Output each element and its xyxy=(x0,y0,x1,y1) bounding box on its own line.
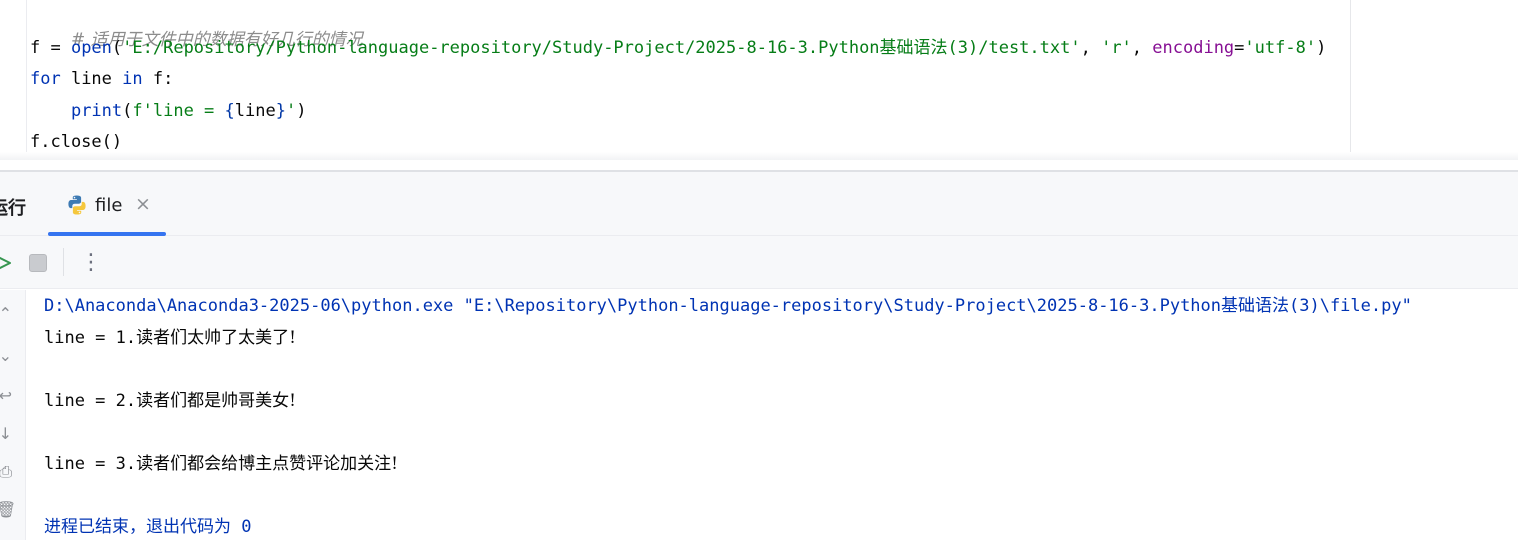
code-token-string: ' xyxy=(285,101,297,121)
code-token: line xyxy=(60,69,123,89)
editor-shadow xyxy=(0,152,1518,160)
code-token-keyword: in xyxy=(122,69,143,89)
run-toolbar: ⋮ xyxy=(0,236,1518,289)
code-token: f.close() xyxy=(30,132,123,152)
toolbar-separator xyxy=(63,248,64,276)
scroll-up-icon[interactable]: ⌃ xyxy=(0,304,12,324)
output-prefix: line = 2. xyxy=(44,391,137,411)
code-line-3[interactable]: for line in f: xyxy=(30,67,173,91)
console-output-line: line = 2.读者们都是帅哥美女! xyxy=(44,389,296,413)
output-prefix: line = 1. xyxy=(44,328,137,348)
code-token-string: 'E:/Repository/Python-language-repositor… xyxy=(122,38,1081,58)
tab-label: file xyxy=(95,195,123,216)
code-token: ( xyxy=(122,101,133,121)
code-token-param: encoding xyxy=(1152,38,1235,58)
python-icon xyxy=(68,195,86,215)
code-line-5[interactable]: f.close() xyxy=(30,130,122,154)
console-side-toolbar: ⌃ ⌄ ↩ ↓ ⎙ 🗑 xyxy=(0,290,26,540)
code-token: , xyxy=(1131,38,1153,58)
code-token: f: xyxy=(142,69,174,89)
print-icon[interactable]: ⎙ xyxy=(0,462,12,482)
output-text: 读者们都会给博主点赞评论加关注! xyxy=(136,454,398,474)
run-window-title: 运行 xyxy=(0,198,26,219)
code-token-func: open xyxy=(70,38,112,58)
code-token-string: f'line = xyxy=(132,101,225,121)
tab-close-icon[interactable]: × xyxy=(135,193,151,215)
code-token-string: 'r' xyxy=(1101,38,1132,58)
code-line-1[interactable]: # 适用于文件中的数据有好几行的情况 xyxy=(30,4,363,50)
soft-wrap-icon[interactable]: ↩ xyxy=(0,386,12,406)
console-output-line: line = 1.读者们太帅了太美了! xyxy=(44,326,296,350)
output-text: 读者们都是帅哥美女! xyxy=(136,391,296,411)
scroll-down-icon[interactable]: ⌄ xyxy=(0,346,12,366)
code-token: ) xyxy=(1316,38,1327,58)
code-token: = xyxy=(1234,38,1245,58)
exit-text: 进程已结束，退出代码为 xyxy=(44,517,231,537)
gutter-divider xyxy=(26,0,27,158)
code-token-string: 'utf-8' xyxy=(1244,38,1317,58)
rerun-icon[interactable] xyxy=(0,252,14,274)
stop-button[interactable] xyxy=(29,254,47,272)
process-exit-line: 进程已结束，退出代码为 0 xyxy=(44,515,251,539)
code-token-brace: { xyxy=(224,101,235,121)
code-token: f = xyxy=(30,38,71,58)
output-prefix: line = 3. xyxy=(44,454,137,474)
code-token-func: print xyxy=(70,101,123,121)
code-token: ) xyxy=(296,101,307,121)
code-token: line xyxy=(234,101,276,121)
clear-console-icon[interactable]: 🗑 xyxy=(0,500,16,520)
scroll-to-end-icon[interactable]: ↓ xyxy=(0,424,12,444)
code-token-keyword: for xyxy=(30,69,61,89)
console-output-line: line = 3.读者们都会给博主点赞评论加关注! xyxy=(44,452,398,476)
run-tab-bar: 运行 file × xyxy=(0,172,1518,236)
tab-file[interactable]: file × xyxy=(48,186,166,236)
code-token: , xyxy=(1080,38,1102,58)
right-margin-guide xyxy=(1350,0,1351,158)
exit-code: 0 xyxy=(231,517,252,537)
code-token-brace: } xyxy=(275,101,286,121)
more-options-icon[interactable]: ⋮ xyxy=(80,246,102,280)
output-text: 读者们太帅了太美了! xyxy=(136,328,296,348)
code-editor[interactable]: # 适用于文件中的数据有好几行的情况 f = open('E:/Reposito… xyxy=(0,0,1518,158)
console-output[interactable]: D:\Anaconda\Anaconda3-2025-06\python.exe… xyxy=(27,290,1518,540)
code-line-2[interactable]: f = open('E:/Repository/Python-language-… xyxy=(30,36,1326,60)
code-line-4[interactable]: print(f'line = {line}') xyxy=(30,99,307,123)
code-token: ( xyxy=(111,38,123,58)
console-command-line: D:\Anaconda\Anaconda3-2025-06\python.exe… xyxy=(44,296,1412,316)
